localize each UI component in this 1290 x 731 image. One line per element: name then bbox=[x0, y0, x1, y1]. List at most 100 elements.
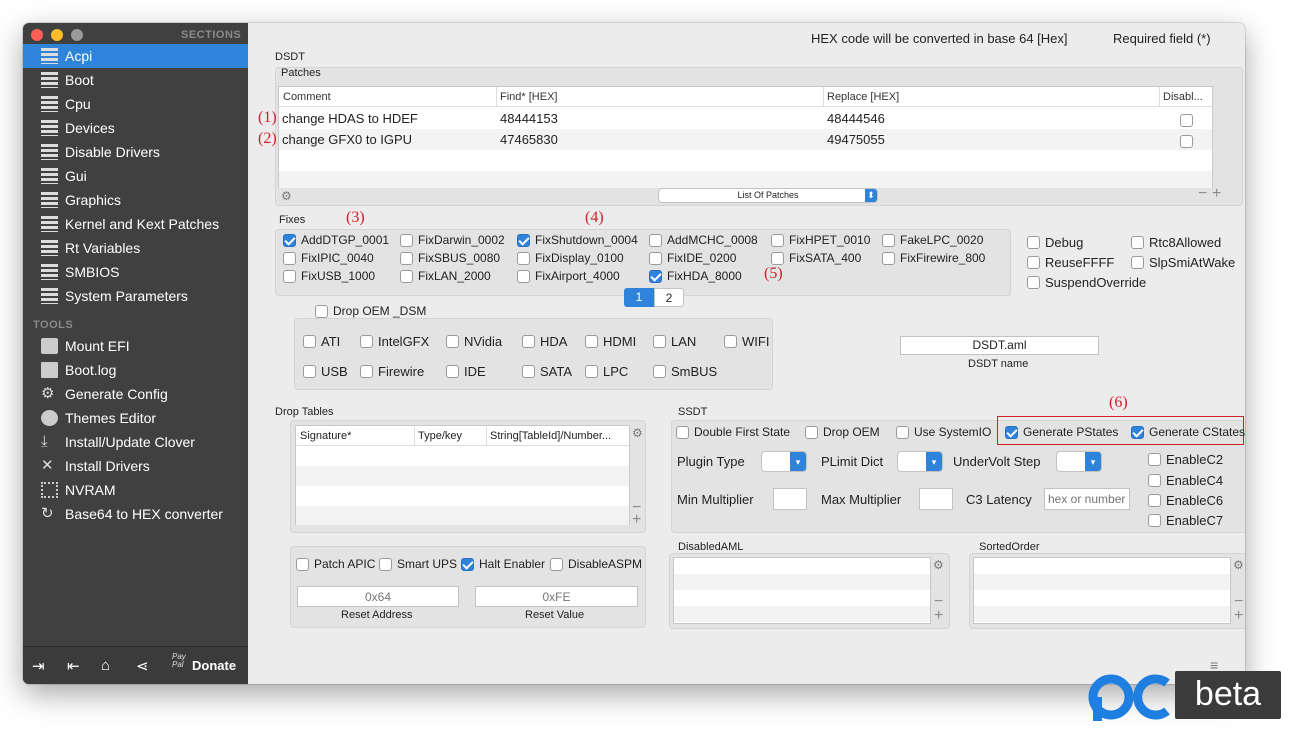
dsm-lan-checkbox[interactable]: LAN bbox=[653, 334, 696, 349]
add-aml-button[interactable]: + bbox=[934, 607, 943, 625]
drop-oem-dsm-checkbox[interactable]: Drop OEM _DSM bbox=[315, 304, 426, 318]
home-icon[interactable]: ⌂ bbox=[101, 657, 110, 674]
close-window-button[interactable] bbox=[31, 29, 43, 41]
add-patch-button[interactable]: + bbox=[1212, 185, 1221, 203]
fix-fakelpc-0020-checkbox[interactable]: FakeLPC_0020 bbox=[882, 233, 983, 247]
max-multiplier-input[interactable] bbox=[919, 488, 953, 510]
dsm-ide-checkbox[interactable]: IDE bbox=[446, 364, 486, 379]
sidebar-item-install-drivers[interactable]: ✕ Install Drivers bbox=[23, 454, 248, 478]
sidebar-item-system-parameters[interactable]: System Parameters bbox=[23, 284, 248, 308]
minimize-window-button[interactable] bbox=[51, 29, 63, 41]
sidebar-item-boot[interactable]: Boot bbox=[23, 68, 248, 92]
add-sorted-button[interactable]: + bbox=[1234, 607, 1243, 625]
sidebar-item-generate-config[interactable]: ⚙ Generate Config bbox=[23, 382, 248, 406]
sidebar-item-acpi[interactable]: Acpi bbox=[23, 44, 248, 68]
min-multiplier-input[interactable] bbox=[773, 488, 807, 510]
fix-addmchc-0008-checkbox[interactable]: AddMCHC_0008 bbox=[649, 233, 758, 247]
list-of-patches-select[interactable]: List Of Patches ⬍ bbox=[658, 188, 878, 203]
use-systemio-checkbox[interactable]: Use SystemIO bbox=[896, 425, 991, 439]
table-row[interactable]: change GFX0 to IGPU 47465830 49475055 bbox=[279, 129, 1212, 150]
sidebar-item-devices[interactable]: Devices bbox=[23, 116, 248, 140]
fix-fixhda-8000-checkbox[interactable]: FixHDA_8000 bbox=[649, 269, 742, 283]
fixes-page-2-button[interactable]: 2 bbox=[654, 288, 684, 307]
row-disabled-checkbox[interactable] bbox=[1180, 135, 1193, 149]
col-comment[interactable]: Comment bbox=[283, 91, 331, 103]
settings-icon[interactable]: ⚙ bbox=[933, 558, 944, 572]
fix-fixdarwin-0002-checkbox[interactable]: FixDarwin_0002 bbox=[400, 233, 505, 247]
reset-value-input[interactable] bbox=[475, 586, 638, 607]
fix-fixshutdown-0004-checkbox[interactable]: FixShutdown_0004 bbox=[517, 233, 638, 247]
enablec2-checkbox[interactable]: EnableC2 bbox=[1148, 452, 1223, 467]
dsm-firewire-checkbox[interactable]: Firewire bbox=[360, 364, 424, 379]
smart-ups-checkbox[interactable]: Smart UPS bbox=[379, 557, 457, 571]
c3-latency-input[interactable] bbox=[1044, 488, 1130, 510]
dsdt-name-input[interactable]: DSDT.aml bbox=[900, 336, 1099, 355]
col-replace[interactable]: Replace [HEX] bbox=[827, 91, 899, 103]
fix-fixairport-4000-checkbox[interactable]: FixAirport_4000 bbox=[517, 269, 620, 283]
row-disabled-checkbox[interactable] bbox=[1180, 114, 1193, 128]
disableaspm-checkbox[interactable]: DisableASPM bbox=[550, 557, 642, 571]
sidebar-item-gui[interactable]: Gui bbox=[23, 164, 248, 188]
fix-fixusb-1000-checkbox[interactable]: FixUSB_1000 bbox=[283, 269, 375, 283]
sidebar-item-themes-editor[interactable]: Themes Editor bbox=[23, 406, 248, 430]
col-string-tableid[interactable]: String[TableId]/Number... bbox=[490, 430, 611, 442]
sidebar-item-cpu[interactable]: Cpu bbox=[23, 92, 248, 116]
dsm-sata-checkbox[interactable]: SATA bbox=[522, 364, 572, 379]
import-icon[interactable]: ⇥ bbox=[32, 657, 45, 675]
settings-icon[interactable]: ⚙ bbox=[281, 189, 292, 203]
col-disabled[interactable]: Disabl... bbox=[1163, 91, 1203, 103]
fix-fixfirewire-800-checkbox[interactable]: FixFirewire_800 bbox=[882, 251, 985, 265]
fix-fixdisplay-0100-checkbox[interactable]: FixDisplay_0100 bbox=[517, 251, 624, 265]
dsm-lpc-checkbox[interactable]: LPC bbox=[585, 364, 628, 379]
reset-address-input[interactable] bbox=[297, 586, 459, 607]
fix-fixsata-400-checkbox[interactable]: FixSATA_400 bbox=[771, 251, 861, 265]
export-icon[interactable]: ⇤ bbox=[67, 657, 80, 675]
fix-fixide-0200-checkbox[interactable]: FixIDE_0200 bbox=[649, 251, 736, 265]
generate-cstates-checkbox[interactable]: Generate CStates bbox=[1131, 425, 1245, 439]
reuseffff-checkbox[interactable]: ReuseFFFF bbox=[1027, 255, 1114, 270]
add-table-button[interactable]: + bbox=[632, 511, 641, 529]
fix-adddtgp-0001-checkbox[interactable]: AddDTGP_0001 bbox=[283, 233, 389, 247]
sidebar-item-nvram[interactable]: NVRAM bbox=[23, 478, 248, 502]
fix-fixsbus-0080-checkbox[interactable]: FixSBUS_0080 bbox=[400, 251, 500, 265]
dsm-ati-checkbox[interactable]: ATI bbox=[303, 334, 340, 349]
fix-fixlan-2000-checkbox[interactable]: FixLAN_2000 bbox=[400, 269, 491, 283]
col-type-key[interactable]: Type/key bbox=[418, 430, 462, 442]
dsm-wifi-checkbox[interactable]: WIFI bbox=[724, 334, 769, 349]
generate-pstates-checkbox[interactable]: Generate PStates bbox=[1005, 425, 1118, 439]
undervolt-step-select[interactable]: ▾ bbox=[1056, 451, 1102, 472]
sidebar-item-disable-drivers[interactable]: Disable Drivers bbox=[23, 140, 248, 164]
fixes-page-1-button[interactable]: 1 bbox=[624, 288, 654, 307]
zoom-window-button[interactable] bbox=[71, 29, 83, 41]
enablec6-checkbox[interactable]: EnableC6 bbox=[1148, 493, 1223, 508]
remove-patch-button[interactable]: − bbox=[1198, 185, 1207, 203]
table-row[interactable]: change HDAS to HDEF 48444153 48444546 bbox=[279, 108, 1212, 129]
dsm-usb-checkbox[interactable]: USB bbox=[303, 364, 348, 379]
settings-icon[interactable]: ⚙ bbox=[632, 426, 643, 440]
sidebar-item-kernel-kext[interactable]: Kernel and Kext Patches bbox=[23, 212, 248, 236]
sidebar-item-base64-hex[interactable]: ↻ Base64 to HEX converter bbox=[23, 502, 248, 526]
suspendoverride-checkbox[interactable]: SuspendOverride bbox=[1027, 275, 1146, 290]
plugin-type-select[interactable]: ▾ bbox=[761, 451, 807, 472]
settings-icon[interactable]: ⚙ bbox=[1233, 558, 1244, 572]
fix-fixhpet-0010-checkbox[interactable]: FixHPET_0010 bbox=[771, 233, 870, 247]
dsm-intelgfx-checkbox[interactable]: IntelGFX bbox=[360, 334, 429, 349]
dsm-nvidia-checkbox[interactable]: NVidia bbox=[446, 334, 502, 349]
patch-apic-checkbox[interactable]: Patch APIC bbox=[296, 557, 375, 571]
dsm-smbus-checkbox[interactable]: SmBUS bbox=[653, 364, 717, 379]
donate-button[interactable]: Donate bbox=[192, 658, 236, 673]
halt-enabler-checkbox[interactable]: Halt Enabler bbox=[461, 557, 545, 571]
col-signature[interactable]: Signature* bbox=[300, 430, 351, 442]
debug-checkbox[interactable]: Debug bbox=[1027, 235, 1083, 250]
sidebar-item-graphics[interactable]: Graphics bbox=[23, 188, 248, 212]
dsm-hdmi-checkbox[interactable]: HDMI bbox=[585, 334, 636, 349]
dsm-hda-checkbox[interactable]: HDA bbox=[522, 334, 567, 349]
double-first-state-checkbox[interactable]: Double First State bbox=[676, 425, 790, 439]
sidebar-item-mount-efi[interactable]: Mount EFI bbox=[23, 334, 248, 358]
share-icon[interactable]: ⋖ bbox=[136, 657, 149, 675]
slpsmiatwake-checkbox[interactable]: SlpSmiAtWake bbox=[1131, 255, 1235, 270]
fix-fixipic-0040-checkbox[interactable]: FixIPIC_0040 bbox=[283, 251, 374, 265]
rtc8allowed-checkbox[interactable]: Rtc8Allowed bbox=[1131, 235, 1221, 250]
sidebar-item-rt-variables[interactable]: Rt Variables bbox=[23, 236, 248, 260]
plimit-dict-select[interactable]: ▾ bbox=[897, 451, 943, 472]
